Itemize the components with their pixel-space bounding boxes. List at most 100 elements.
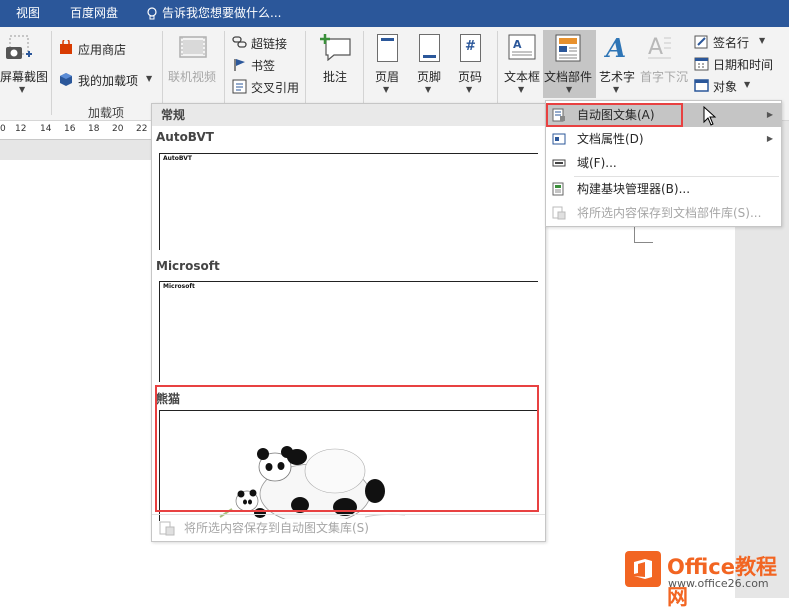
svg-text:A: A (513, 38, 522, 51)
header-label: 页眉 (375, 70, 400, 84)
bookmark-label: 书签 (251, 59, 276, 73)
mouse-pointer-icon (703, 106, 717, 126)
field-icon (552, 159, 566, 167)
cross-reference-icon (232, 79, 247, 94)
camera-icon (6, 35, 32, 59)
chevron-down-icon: ▼ (613, 85, 620, 94)
ruler-tick-label: 12 (15, 124, 27, 134)
pen-icon (694, 35, 708, 49)
drop-cap-label: 首字下沉 (640, 70, 689, 84)
film-icon (179, 36, 207, 58)
gallery-item-title: AutoBVT (156, 130, 214, 144)
chevron-down-icon: ▼ (518, 85, 525, 94)
gallery-item-preview: Microsoft (159, 281, 538, 382)
building-blocks-icon (552, 182, 564, 196)
gallery-item-title: Microsoft (156, 259, 220, 273)
tell-me-text: 告诉我您想要做什么... (162, 6, 282, 20)
quick-parts-button[interactable]: 文档部件 ▼ (543, 30, 596, 98)
chevron-down-icon: ▼ (466, 85, 473, 94)
svg-text:A: A (603, 34, 626, 62)
gallery-section-header: 常规 (152, 104, 545, 126)
menu-item-building-blocks-organizer[interactable]: 构建基块管理器(B)... (546, 177, 781, 201)
office-logo-icon (634, 559, 652, 579)
bookmark-flag-icon (234, 59, 245, 71)
preview-text: AutoBVT (163, 155, 192, 162)
page-number-label: 页码 (458, 70, 483, 84)
save-selection-icon (552, 206, 566, 220)
ribbon-tab-bar: 视图 百度网盘 告诉我您想要做什么... (0, 0, 789, 27)
tab-view[interactable]: 视图 (16, 0, 40, 27)
menu-item-label: 文档属性(D) (577, 132, 644, 146)
date-time-label: 日期和时间 (713, 58, 774, 72)
header-page-icon (377, 34, 398, 62)
group-divider (51, 31, 52, 115)
screenshot-label: 屏幕截图 (0, 70, 49, 84)
text-box-label: 文本框 (504, 70, 541, 84)
tab-baidu-netdisk[interactable]: 百度网盘 (70, 0, 118, 27)
menu-item-document-property[interactable]: 文档属性(D) ▶ (546, 127, 781, 151)
watermark-logo (625, 551, 661, 587)
gallery-item-preview: AutoBVT (159, 153, 538, 250)
ruler-tick-label: 16 (64, 124, 76, 134)
submenu-arrow-icon: ▶ (766, 110, 773, 119)
chevron-down-icon: ▼ (146, 74, 153, 83)
wordart-icon: A (603, 34, 626, 62)
hyperlink-label: 超链接 (251, 37, 288, 51)
submenu-arrow-icon: ▶ (766, 134, 773, 143)
quick-parts-icon (555, 34, 581, 62)
object-icon (694, 79, 709, 92)
store-bag-icon (60, 40, 72, 54)
watermark-url: www.office26.com (668, 577, 769, 590)
quick-parts-menu: 自动图文集(A) ▶ 文档属性(D) ▶ 域(F)... 构建基块管理器(B).… (545, 100, 782, 227)
drop-cap-icon: A (648, 35, 671, 60)
chevron-down-icon: ▼ (383, 85, 390, 94)
svg-text:A: A (648, 35, 663, 60)
cross-reference-label: 交叉引用 (251, 81, 300, 95)
my-addins-label: 我的加载项 (78, 74, 139, 88)
app-store-label: 应用商店 (78, 43, 127, 57)
chevron-down-icon: ▼ (19, 85, 26, 94)
chevron-down-icon: ▼ (425, 85, 432, 94)
autotext-gallery: 常规 AutoBVT AutoBVT Microsoft Microsoft 熊… (151, 103, 546, 542)
signature-line-label: 签名行 (713, 36, 750, 50)
comment-bubble-icon (320, 34, 351, 61)
save-to-autotext-gallery-item: 将所选内容保存到自动图文集库(S) (152, 514, 545, 541)
group-label-addins: 加载项 (88, 106, 125, 120)
quick-parts-label: 文档部件 (544, 70, 593, 84)
lightbulb-icon (147, 6, 157, 19)
ruler-tick-label: 0 (0, 124, 6, 134)
menu-item-label: 将所选内容保存到文档部件库(S)... (577, 206, 762, 220)
menu-item-label: 构建基块管理器(B)... (577, 182, 691, 196)
ruler-tick-label: 14 (40, 124, 52, 134)
save-to-autotext-label: 将所选内容保存到自动图文集库(S) (184, 521, 369, 535)
preview-text: Microsoft (163, 283, 195, 290)
ruler-tick-label: 22 (136, 124, 148, 134)
menu-item-save-to-gallery: 将所选内容保存到文档部件库(S)... (546, 201, 781, 225)
menu-item-field[interactable]: 域(F)... (546, 151, 781, 175)
addins-cube-icon (60, 73, 72, 86)
footer-page-icon (419, 34, 440, 62)
menu-highlight-box (546, 103, 683, 127)
selected-item-highlight (155, 385, 539, 512)
footer-label: 页脚 (417, 70, 442, 84)
object-label: 对象 (713, 80, 738, 94)
chain-link-icon (232, 36, 247, 48)
wordart-label: 艺术字 (599, 70, 636, 84)
ruler-lower-band (0, 140, 152, 160)
save-selection-icon (159, 521, 175, 536)
page-corner-mark (634, 242, 653, 243)
chevron-down-icon: ▼ (759, 36, 766, 45)
text-box-icon: A (508, 34, 536, 60)
chevron-down-icon: ▼ (744, 80, 751, 89)
online-video-label: 联机视频 (168, 70, 217, 84)
horizontal-ruler: 0 12 14 16 18 20 22 (0, 121, 152, 140)
ruler-tick-label: 20 (112, 124, 124, 134)
comment-label: 批注 (323, 70, 348, 84)
calendar-icon (694, 57, 709, 71)
ruler-tick-label: 18 (88, 124, 100, 134)
chevron-down-icon: ▼ (566, 85, 573, 94)
page-corner-mark (634, 225, 635, 242)
menu-item-label: 域(F)... (577, 156, 617, 170)
page-number-icon: # (460, 34, 481, 62)
tell-me-box[interactable]: 告诉我您想要做什么... (146, 0, 281, 27)
